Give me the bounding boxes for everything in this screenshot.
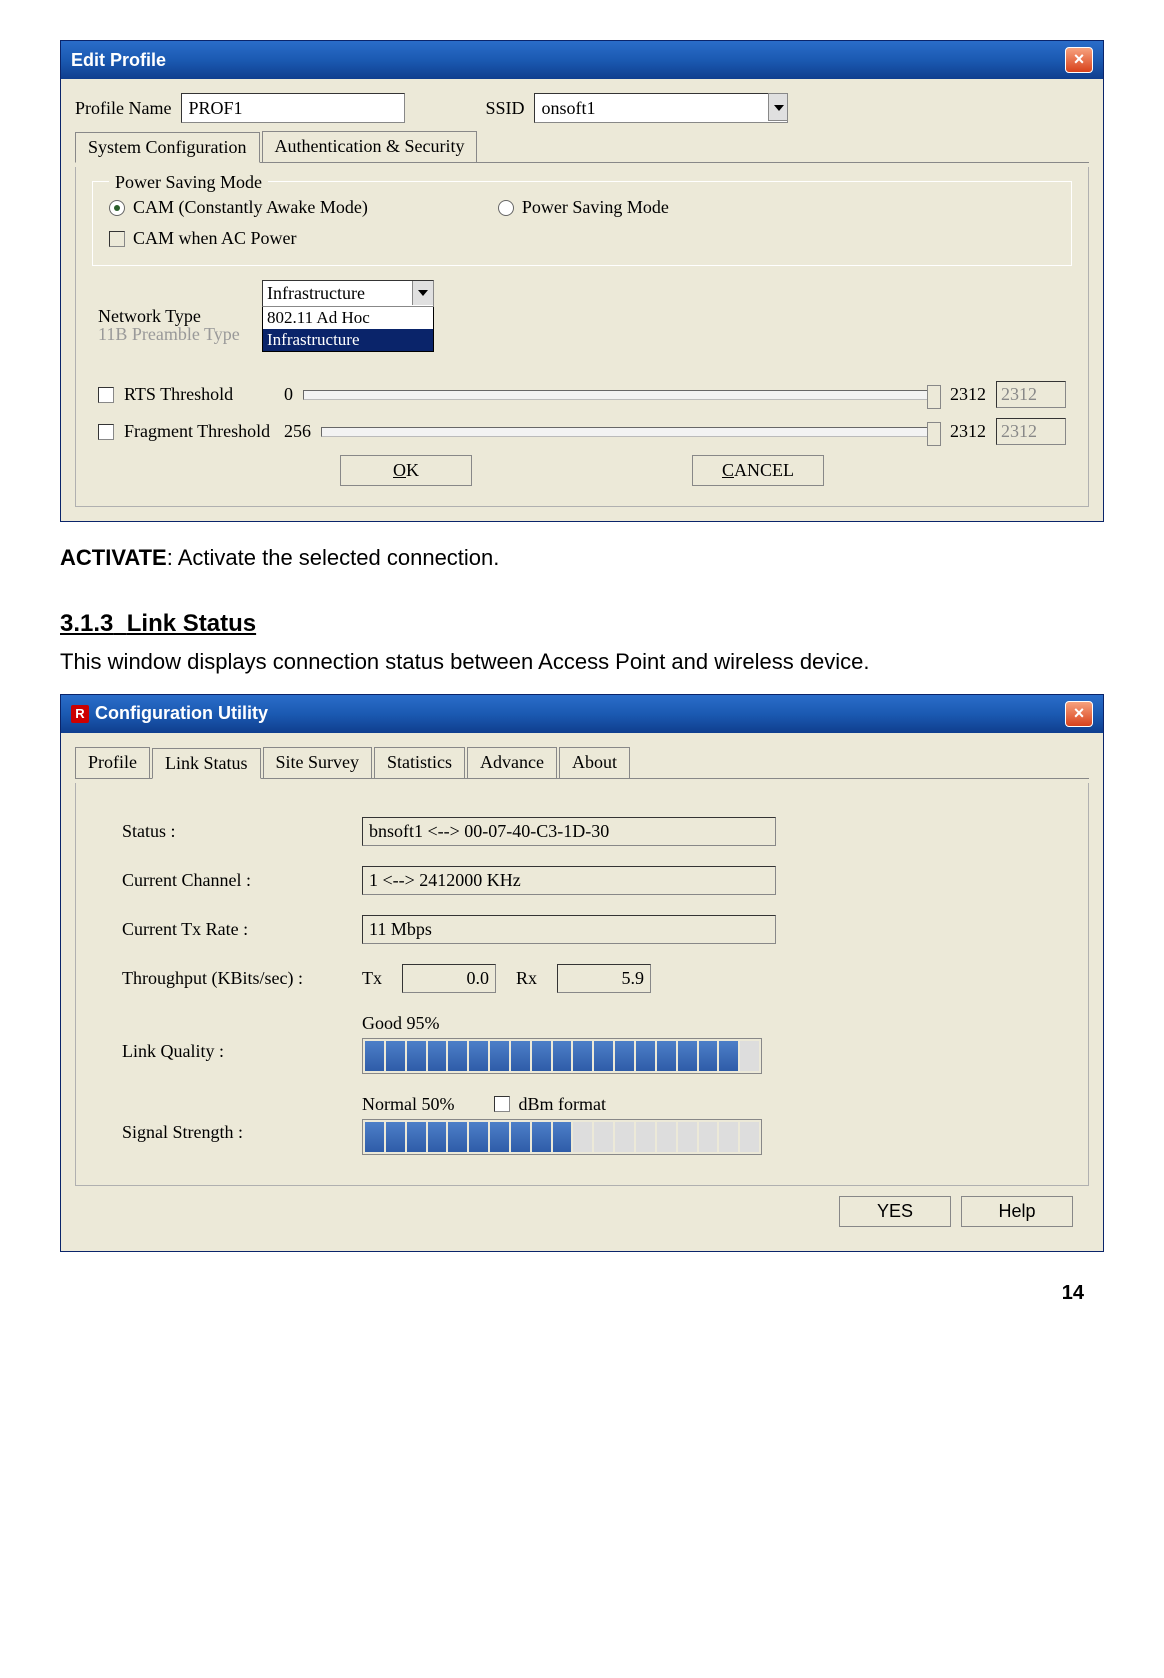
signal-strength-bar (362, 1119, 762, 1155)
dbm-format-label: dBm format (518, 1094, 606, 1115)
yes-button[interactable]: YES (839, 1196, 951, 1227)
power-saving-legend: Power Saving Mode (109, 172, 268, 193)
network-type-value: Infrastructure (263, 281, 433, 306)
system-config-panel: Power Saving Mode CAM (Constantly Awake … (75, 167, 1089, 507)
fragment-slider[interactable] (321, 427, 940, 437)
rx-value: 5.9 (557, 964, 651, 993)
profile-name-input[interactable] (181, 93, 405, 123)
preamble-type-label: 11B Preamble Type (98, 324, 248, 345)
status-value: bnsoft1 <--> 00-07-40-C3-1D-30 (362, 817, 776, 846)
channel-value: 1 <--> 2412000 KHz (362, 866, 776, 895)
page-number: 14 (60, 1282, 1104, 1305)
cancel-button[interactable]: CANCEL (692, 455, 824, 486)
chevron-down-icon[interactable] (412, 281, 433, 305)
fragment-value: 2312 (996, 418, 1066, 445)
section-number: 3.1.3 (60, 610, 113, 637)
ssid-combo[interactable] (534, 93, 788, 123)
checkbox-dbm-format[interactable] (494, 1096, 510, 1112)
app-icon: R (71, 705, 89, 723)
doc-paragraph-activate: ACTIVATE: Activate the selected connecti… (60, 542, 1104, 574)
edit-profile-window: Edit Profile × Profile Name SSID System … (60, 40, 1104, 522)
tab-statistics[interactable]: Statistics (374, 747, 465, 778)
link-quality-text: Good 95% (362, 1013, 762, 1034)
activate-desc: : Activate the selected connection. (167, 545, 500, 570)
tx-value: 0.0 (402, 964, 496, 993)
section-title: Link Status (127, 610, 256, 637)
network-type-option-infra[interactable]: Infrastructure (263, 329, 433, 351)
tab-advance[interactable]: Advance (467, 747, 557, 778)
signal-strength-label: Signal Strength : (122, 1094, 362, 1143)
edit-profile-title: Edit Profile (71, 50, 166, 71)
chevron-down-icon[interactable] (768, 93, 788, 121)
network-type-dropdown[interactable]: Infrastructure (262, 280, 434, 307)
radio-psm-label: Power Saving Mode (522, 197, 669, 218)
network-type-option-list: 802.11 Ad Hoc Infrastructure (262, 306, 434, 352)
rts-label: RTS Threshold (124, 384, 274, 405)
tx-label: Tx (362, 968, 382, 989)
checkbox-rts[interactable] (98, 387, 114, 403)
fragment-max: 2312 (950, 421, 986, 442)
tab-system-configuration[interactable]: System Configuration (75, 132, 260, 163)
slider-thumb-icon[interactable] (927, 385, 941, 409)
link-quality-label: Link Quality : (122, 1013, 362, 1062)
rts-min: 0 (284, 384, 293, 405)
checkbox-cam-ac[interactable] (109, 231, 125, 247)
fragment-threshold-row: Fragment Threshold 256 2312 2312 (98, 418, 1066, 445)
throughput-label: Throughput (KBits/sec) : (122, 968, 362, 989)
slider-thumb-icon[interactable] (927, 422, 941, 446)
section-body: This window displays connection status b… (60, 646, 1104, 678)
rx-label: Rx (516, 968, 537, 989)
tab-auth-security[interactable]: Authentication & Security (262, 131, 478, 162)
tab-about[interactable]: About (559, 747, 630, 778)
section-heading: 3.1.3 Link Status (60, 610, 1104, 638)
network-type-option-adhoc[interactable]: 802.11 Ad Hoc (263, 307, 433, 329)
profile-name-label: Profile Name (75, 98, 171, 119)
rts-threshold-row: RTS Threshold 0 2312 2312 (98, 381, 1066, 408)
power-saving-fieldset: Power Saving Mode CAM (Constantly Awake … (92, 181, 1072, 266)
ok-button[interactable]: OK (340, 455, 472, 486)
txrate-label: Current Tx Rate : (122, 919, 362, 940)
status-label: Status : (122, 821, 362, 842)
link-quality-bar (362, 1038, 762, 1074)
tab-site-survey[interactable]: Site Survey (263, 747, 373, 778)
radio-cam[interactable] (109, 200, 125, 216)
close-icon[interactable]: × (1065, 701, 1093, 727)
activate-label: ACTIVATE (60, 545, 167, 570)
cam-when-ac-label: CAM when AC Power (133, 228, 297, 249)
ssid-input[interactable] (534, 93, 788, 123)
signal-strength-text: Normal 50% (362, 1094, 454, 1115)
radio-psm[interactable] (498, 200, 514, 216)
configuration-utility-window: R Configuration Utility × Profile Link S… (60, 694, 1104, 1252)
rts-value: 2312 (996, 381, 1066, 408)
rts-max: 2312 (950, 384, 986, 405)
rts-slider[interactable] (303, 390, 940, 400)
radio-cam-label: CAM (Constantly Awake Mode) (133, 197, 368, 218)
channel-label: Current Channel : (122, 870, 362, 891)
txrate-value: 11 Mbps (362, 915, 776, 944)
checkbox-fragment[interactable] (98, 424, 114, 440)
config-utility-title: Configuration Utility (95, 703, 268, 724)
edit-profile-titlebar: Edit Profile × (61, 41, 1103, 79)
tab-link-status[interactable]: Link Status (152, 748, 261, 779)
help-button[interactable]: Help (961, 1196, 1073, 1227)
edit-profile-tabs: System Configuration Authentication & Se… (75, 131, 1089, 163)
config-utility-titlebar: R Configuration Utility × (61, 695, 1103, 733)
close-icon[interactable]: × (1065, 47, 1093, 73)
fragment-label: Fragment Threshold (124, 421, 274, 442)
tab-profile[interactable]: Profile (75, 747, 150, 778)
config-utility-tabs: Profile Link Status Site Survey Statisti… (75, 747, 1089, 779)
ssid-label: SSID (485, 98, 524, 119)
fragment-min: 256 (284, 421, 311, 442)
link-status-panel: Status : bnsoft1 <--> 00-07-40-C3-1D-30 … (75, 783, 1089, 1186)
